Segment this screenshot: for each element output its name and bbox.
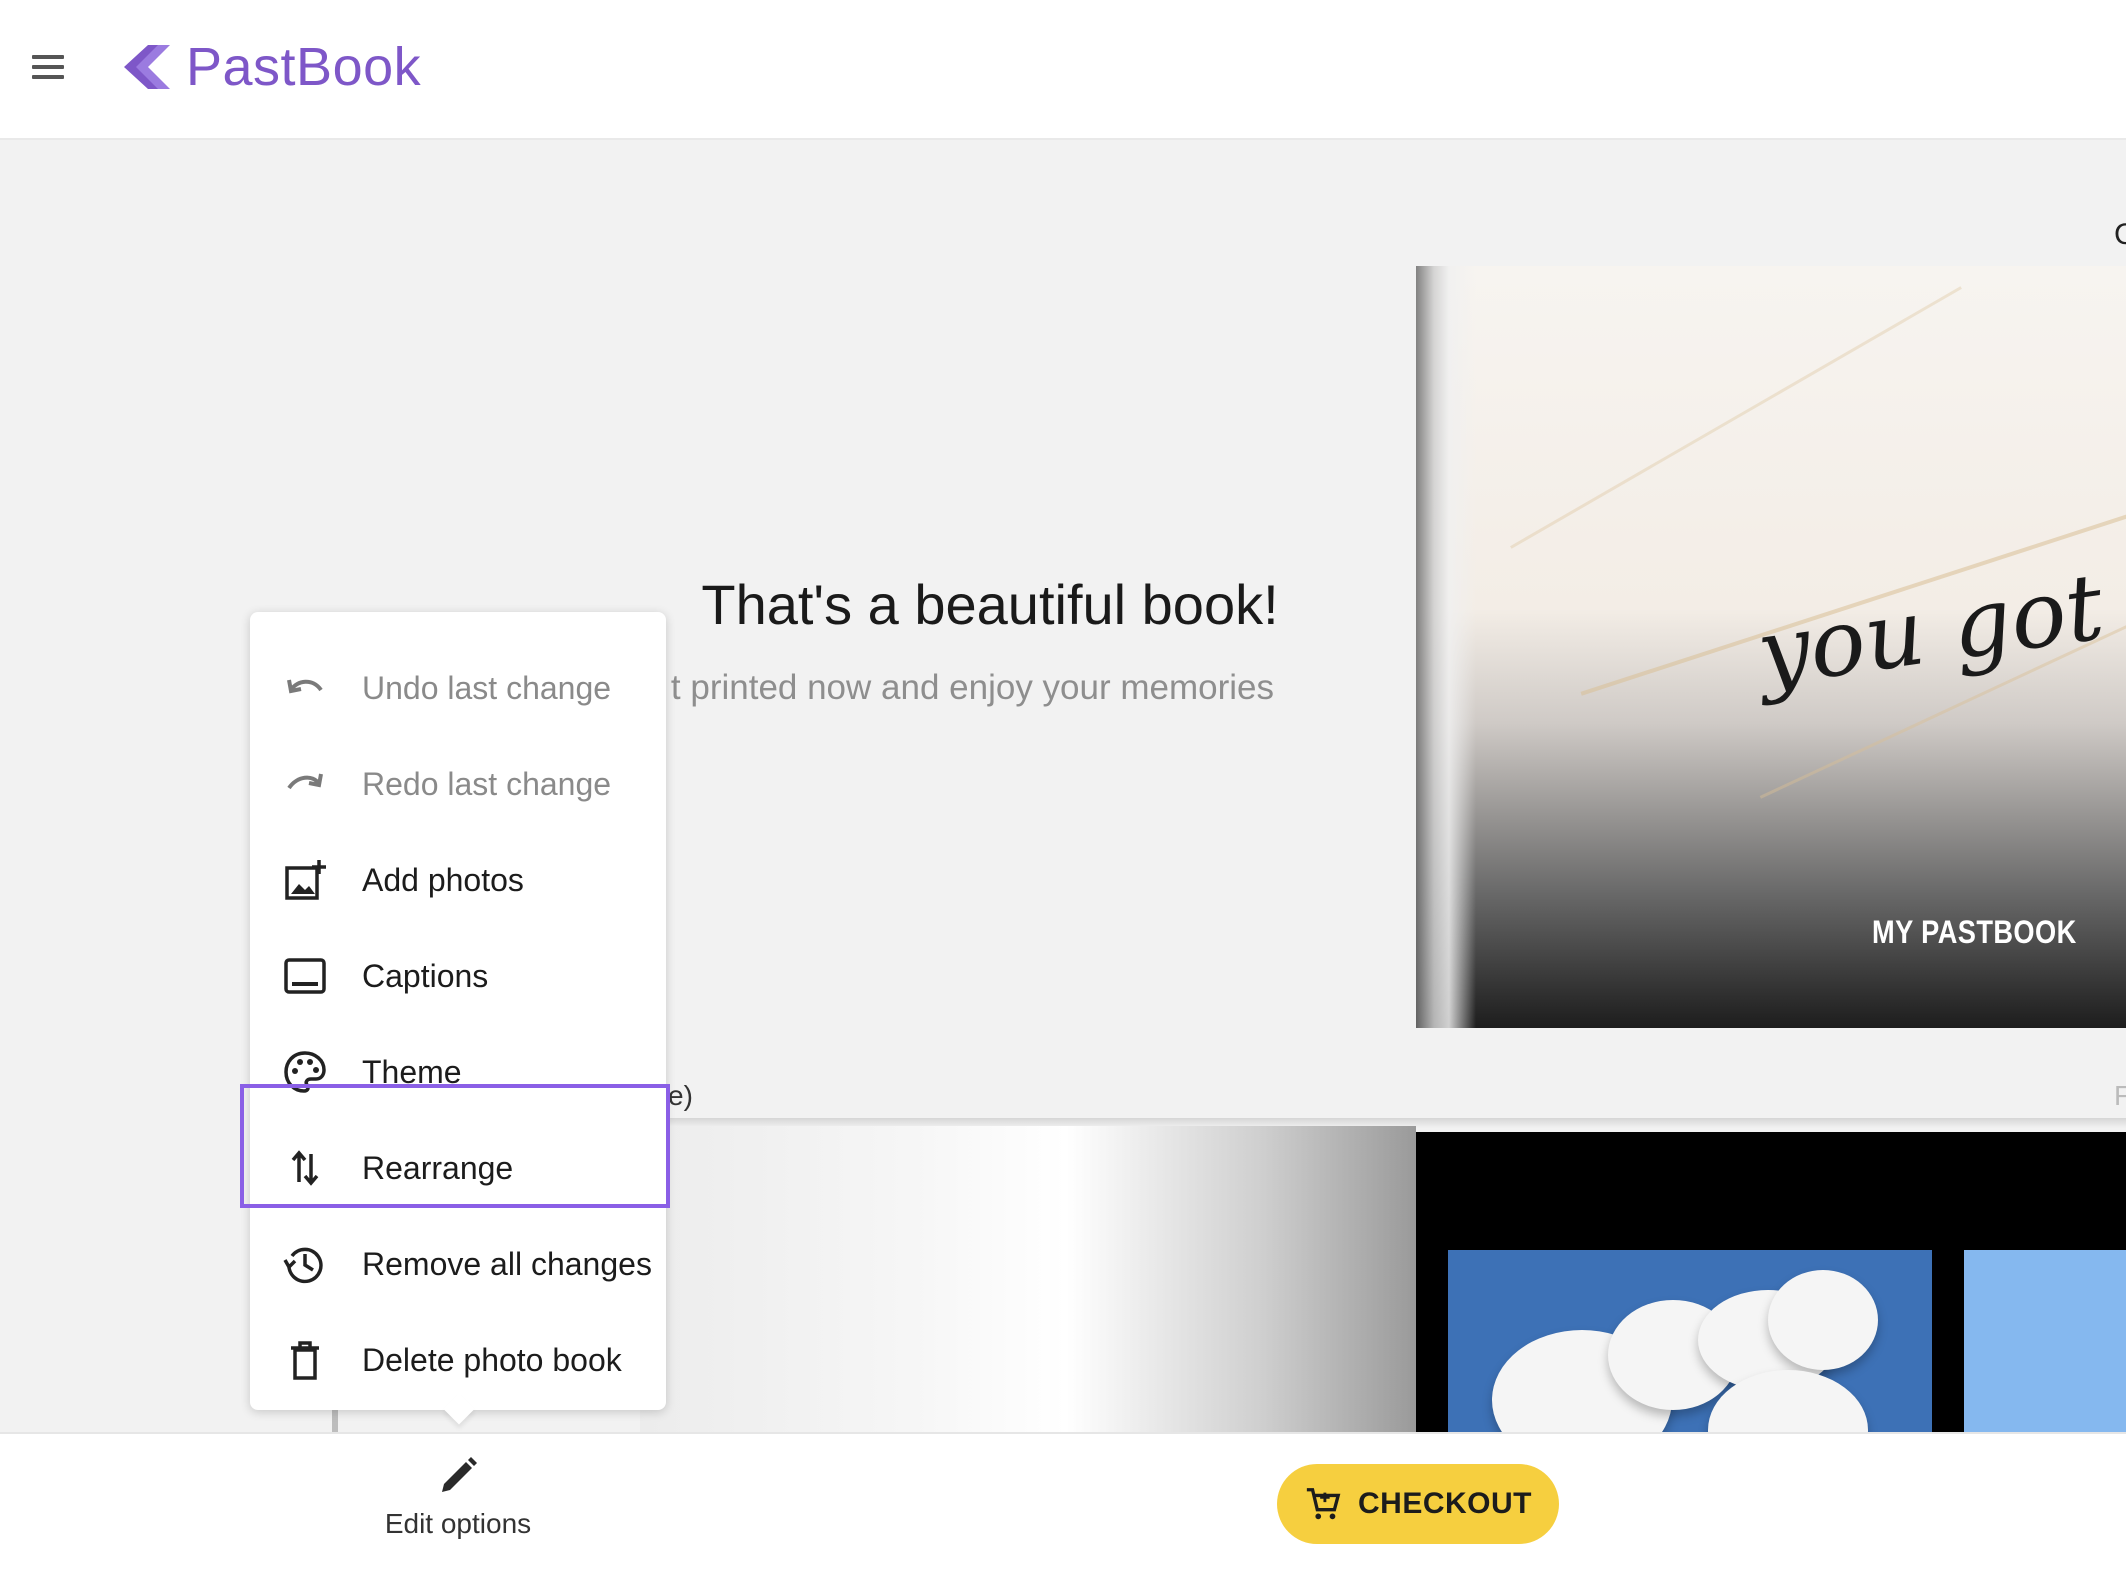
pastbook-logo[interactable]: PastBook [118,36,421,98]
cloud-shape [1768,1270,1878,1370]
menu-item-theme[interactable]: Theme [250,1024,666,1120]
pastbook-logo-icon [124,45,170,89]
menu-item-remove-all-changes[interactable]: Remove all changes [250,1216,666,1312]
page-label-partial-right: F [2114,1080,2126,1111]
menu-item-rearrange[interactable]: Rearrange [250,1120,666,1216]
spread-left-page[interactable] [640,1126,1416,1432]
page-label-partial: e) [668,1080,693,1111]
brand-name: PastBook [186,37,422,97]
hero-title: That's a beautiful book! [701,573,1279,636]
menu-item-label: Captions [362,957,489,994]
menu-item-label: Redo last change [362,765,612,802]
menu-item-label: Undo last change [362,669,612,706]
marble-vein [1510,286,1962,549]
menu-item-redo[interactable]: Redo last change [250,736,666,832]
captions-icon [282,953,328,999]
bottom-toolbar [0,1432,2126,1570]
pencil-icon [442,1457,477,1492]
menu-item-label: Delete photo book [362,1341,622,1378]
add-photo-icon [282,857,328,903]
spread-right-page[interactable] [1416,1132,2126,1432]
hamburger-menu-icon[interactable] [32,55,64,81]
checkout-label: CHECKOUT [1358,1487,1532,1520]
checkout-button[interactable]: CHECKOUT [1277,1464,1559,1544]
hero-subtitle: t printed now and enjoy your memories [670,668,1274,707]
cut-off-text: C [2114,218,2126,251]
menu-item-label: Theme [362,1053,462,1090]
book-spine [1416,266,1476,1028]
menu-item-label: Rearrange [362,1149,514,1186]
redo-icon [282,761,328,807]
divider-post [332,1410,338,1434]
edit-options-menu: Undo last change Redo last change Add ph… [250,612,666,1410]
menu-item-undo[interactable]: Undo last change [250,640,666,736]
menu-item-add-photos[interactable]: Add photos [250,832,666,928]
cart-icon [1306,1488,1341,1520]
trash-icon [282,1337,328,1383]
book-cover-preview[interactable]: you got thi MY PASTBOOK [1416,266,2126,1028]
menu-item-captions[interactable]: Captions [250,928,666,1024]
edit-options-button[interactable]: Edit options [370,1454,546,1558]
cover-brand-text: MY PASTBOOK [1872,914,2077,950]
edit-options-label: Edit options [384,1508,532,1539]
cloud-photo[interactable] [1448,1250,1932,1432]
swap-vertical-icon [282,1145,328,1191]
menu-item-label: Remove all changes [362,1245,652,1282]
sky-photo[interactable] [1964,1250,2126,1432]
top-header: PastBook [0,0,2126,140]
menu-item-label: Add photos [362,861,524,898]
history-icon [282,1241,328,1287]
cover-script-text: you got thi [1750,531,2126,708]
palette-icon [282,1049,328,1095]
undo-icon [282,665,328,711]
